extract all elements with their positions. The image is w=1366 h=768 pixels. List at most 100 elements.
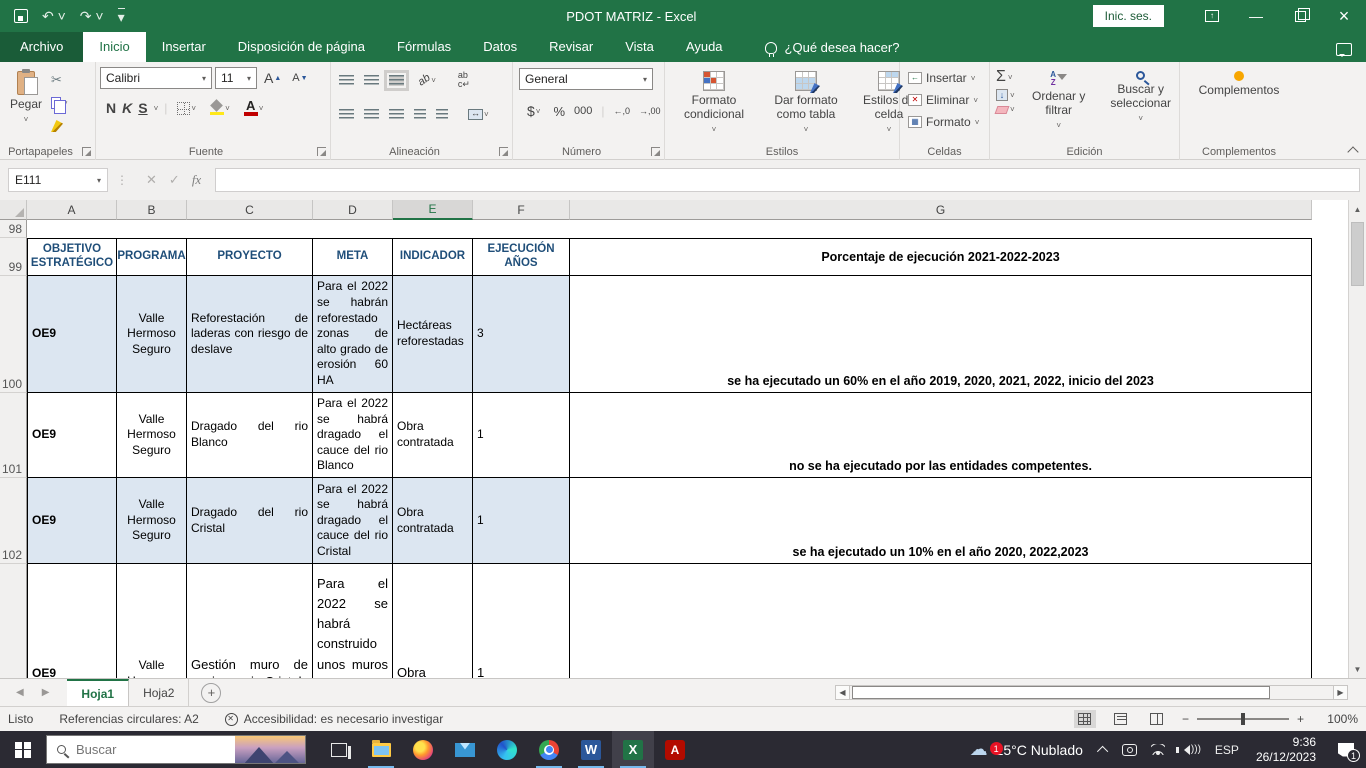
taskbar-search-box[interactable]	[46, 735, 306, 764]
chrome-button[interactable]	[528, 731, 570, 768]
scroll-left-icon[interactable]: ◀	[835, 685, 850, 700]
horizontal-scrollbar[interactable]: ◀ ▶	[835, 684, 1348, 700]
delete-cells-button[interactable]: ✕ Eliminar˅	[904, 89, 985, 111]
cell-e100[interactable]: Hectáreas reforestadas	[393, 276, 473, 393]
firefox-button[interactable]	[402, 731, 444, 768]
paste-button[interactable]: Pegar ˅	[4, 67, 48, 141]
cell-b100[interactable]: Valle Hermoso Seguro	[117, 276, 187, 393]
cell-d103[interactable]: Para el 2022 se habrá construido unos mu…	[313, 564, 393, 678]
bold-button[interactable]: N	[106, 100, 116, 116]
column-header-b[interactable]: B	[117, 200, 187, 220]
sign-in-button[interactable]: Inic. ses.	[1093, 5, 1164, 27]
header-ejecucion[interactable]: EJECUCIÓN AÑOS	[473, 238, 570, 276]
accounting-format-button[interactable]: $˅	[523, 100, 544, 122]
copy-button[interactable]: ˅	[48, 92, 71, 114]
word-button[interactable]: W	[570, 731, 612, 768]
tell-me-box[interactable]: ¿Qué desea hacer?	[765, 40, 900, 62]
increase-decimal-button[interactable]: ←,0	[614, 107, 631, 116]
font-name-combobox[interactable]: Calibri▾	[100, 67, 212, 89]
header-indicador[interactable]: INDICADOR	[393, 238, 473, 276]
dialog-launcher-icon[interactable]	[499, 147, 508, 156]
column-header-f[interactable]: F	[473, 200, 570, 220]
start-button[interactable]	[0, 731, 46, 768]
cell-b102[interactable]: Valle Hermoso Seguro	[117, 478, 187, 564]
merge-center-button[interactable]: ˅	[464, 103, 493, 125]
select-all-corner[interactable]	[0, 200, 27, 220]
cell-e102[interactable]: Obra contratada	[393, 478, 473, 564]
formula-input[interactable]	[215, 168, 1360, 192]
cell-g101[interactable]: no se ha ejecutado por las entidades com…	[570, 393, 1312, 478]
new-sheet-button[interactable]: +	[201, 683, 221, 703]
cell-g103[interactable]	[570, 564, 1312, 678]
dialog-launcher-icon[interactable]	[651, 147, 660, 156]
cell-e103[interactable]: Obra	[393, 564, 473, 678]
sheet-tab-hoja1[interactable]: Hoja1	[67, 679, 129, 706]
scroll-right-icon[interactable]: ▶	[1333, 685, 1348, 700]
header-meta[interactable]: META	[313, 238, 393, 276]
align-center-button[interactable]	[364, 109, 379, 120]
row-header-103[interactable]	[0, 564, 27, 678]
scroll-up-icon[interactable]: ▲	[1349, 200, 1366, 218]
zoom-in-icon[interactable]: +	[1297, 712, 1304, 726]
edge-button[interactable]	[486, 731, 528, 768]
collapse-ribbon-icon[interactable]	[1348, 145, 1358, 155]
ribbon-display-options-icon[interactable]: ↑	[1190, 0, 1234, 32]
cell-c101[interactable]: Dragado del rio Blanco	[187, 393, 313, 478]
number-format-combobox[interactable]: General▾	[519, 68, 653, 90]
cell-f100[interactable]: 3	[473, 276, 570, 393]
customize-quick-access-icon[interactable]: ▾	[118, 8, 125, 24]
conditional-formatting-button[interactable]: Formato condicional ˅	[669, 67, 759, 141]
grow-font-button[interactable]: A▲	[260, 67, 285, 89]
header-proyecto[interactable]: PROYECTO	[187, 238, 313, 276]
decrease-indent-button[interactable]	[414, 109, 426, 120]
cell-c102[interactable]: Dragado del rio Cristal	[187, 478, 313, 564]
increase-indent-button[interactable]	[436, 109, 448, 120]
clear-button[interactable]: ˅	[996, 105, 1015, 114]
network-button[interactable]	[1144, 731, 1172, 768]
cell-b101[interactable]: Valle Hermoso Seguro	[117, 393, 187, 478]
weather-widget[interactable]: ☁1 25°C Nublado	[960, 739, 1093, 760]
dialog-launcher-icon[interactable]	[82, 147, 91, 156]
addins-button[interactable]: Complementos	[1184, 67, 1294, 141]
font-color-button[interactable]: A˅	[240, 97, 268, 119]
percent-style-button[interactable]: %	[553, 104, 565, 119]
task-view-button[interactable]	[318, 731, 360, 768]
zoom-percentage[interactable]: 100%	[1318, 712, 1358, 726]
italic-button[interactable]: K	[122, 100, 132, 116]
show-hidden-icons-button[interactable]	[1093, 731, 1115, 768]
cell-d101[interactable]: Para el 2022 se habrá dragado el cauce d…	[313, 393, 393, 478]
tab-ayuda[interactable]: Ayuda	[670, 32, 739, 62]
tab-inicio[interactable]: Inicio	[83, 32, 145, 62]
cell-g100[interactable]: se ha ejecutado un 60% en el año 2019, 2…	[570, 276, 1312, 393]
row-header-101[interactable]: 101	[0, 393, 27, 478]
cell-a100[interactable]: OE9	[27, 276, 117, 393]
name-box[interactable]: E111 ▾	[8, 168, 108, 192]
row-header-100[interactable]: 100	[0, 276, 27, 393]
zoom-slider-handle[interactable]	[1241, 713, 1245, 725]
shrink-font-button[interactable]: A▼	[288, 67, 311, 89]
cut-button[interactable]: ✂	[48, 69, 71, 91]
cell-f101[interactable]: 1	[473, 393, 570, 478]
fill-button[interactable]: ↓˅	[996, 89, 1015, 101]
tab-vista[interactable]: Vista	[609, 32, 670, 62]
name-box-dropdown-icon[interactable]: ▾	[97, 176, 101, 185]
cell-c100[interactable]: Reforestación de laderas con riesgo de d…	[187, 276, 313, 393]
notification-center-button[interactable]: 1	[1326, 731, 1366, 768]
cancel-entry-icon[interactable]: ✕	[146, 172, 157, 188]
header-objetivo[interactable]: OBJETIVO ESTRATÉGICO	[27, 238, 117, 276]
formula-bar-grip[interactable]: ⋮	[116, 173, 128, 187]
insert-function-icon[interactable]: fx	[192, 172, 201, 188]
cell-a102[interactable]: OE9	[27, 478, 117, 564]
comments-icon[interactable]	[1336, 43, 1352, 56]
sheet-nav-left-icon[interactable]: ◀	[16, 687, 24, 698]
tab-disposicion[interactable]: Disposición de página	[222, 32, 381, 62]
cell-a103[interactable]: OE9	[27, 564, 117, 678]
row-header-102[interactable]: 102	[0, 478, 27, 564]
tab-formulas[interactable]: Fórmulas	[381, 32, 467, 62]
comma-style-button[interactable]: 000	[574, 105, 592, 117]
undo-icon[interactable]: ↶ ˅	[42, 9, 66, 23]
zoom-out-icon[interactable]: −	[1182, 712, 1189, 726]
normal-view-button[interactable]	[1074, 710, 1096, 728]
redo-icon[interactable]: ↷ ˅	[80, 9, 104, 23]
autosum-button[interactable]: Σ˅	[996, 69, 1015, 85]
